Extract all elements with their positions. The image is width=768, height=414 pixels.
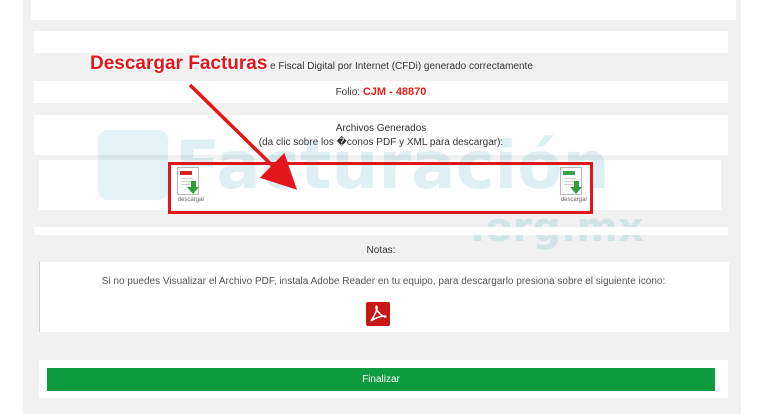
folio: Folio: CJM - 48870 (34, 86, 728, 98)
folio-label: Folio: (335, 87, 363, 98)
blank-strip (34, 31, 728, 53)
watermark-logo (98, 130, 168, 200)
notas-title: Notas: (366, 245, 396, 256)
top-card (31, 0, 736, 20)
cfdi-status-text: e Fiscal Digital por Internet (CFDi) gen… (270, 61, 533, 72)
folio-value: CJM - 48870 (362, 86, 427, 98)
callout-label: Descargar Facturas (90, 53, 268, 74)
callout-highlight-box (168, 162, 593, 214)
spacer-strip (34, 227, 728, 235)
finalizar-button[interactable]: Finalizar (47, 368, 715, 391)
adobe-reader-icon[interactable] (366, 302, 390, 326)
adobe-note-text: Si no puedes Visualizar el Archivo PDF, … (101, 276, 666, 287)
